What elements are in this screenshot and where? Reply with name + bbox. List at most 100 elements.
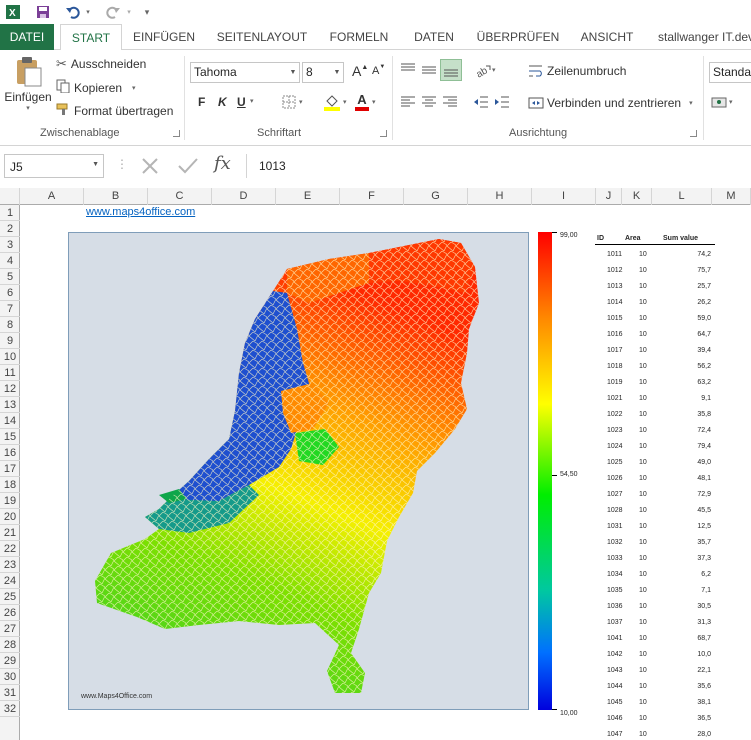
tab-daten[interactable]: DATEN (404, 24, 464, 50)
customize-qat-icon[interactable]: ▾ (140, 3, 154, 21)
row-header[interactable]: 16 (0, 445, 20, 461)
row-header[interactable]: 18 (0, 477, 20, 493)
tab-ueberpruefen[interactable]: ÜBERPRÜFEN (472, 24, 564, 50)
table-row[interactable]: 1014 10 26,2 (595, 295, 715, 311)
table-row[interactable]: 1031 10 12,5 (595, 519, 715, 535)
align-middle-button[interactable] (421, 62, 437, 76)
shrink-font-button[interactable]: A ▼ (372, 64, 385, 77)
underline-dropdown-icon[interactable]: ▾ (250, 97, 254, 105)
row-header[interactable]: 13 (0, 397, 20, 413)
merge-center-button[interactable]: Verbinden und zentrieren ▾ (528, 96, 693, 110)
table-row[interactable]: 1019 10 63,2 (595, 375, 715, 391)
table-row[interactable]: 1026 10 48,1 (595, 471, 715, 487)
maps4office-link[interactable]: www.maps4office.com (86, 206, 195, 218)
name-box[interactable]: J5 ▼ (4, 154, 104, 178)
row-header[interactable]: 4 (0, 253, 20, 269)
row-header[interactable]: 32 (0, 701, 20, 717)
table-row[interactable]: 1016 10 64,7 (595, 327, 715, 343)
tab-einfuegen[interactable]: EINFÜGEN (128, 24, 200, 50)
row-header[interactable]: 2 (0, 221, 20, 237)
tab-start[interactable]: START (60, 24, 122, 51)
column-header[interactable]: L (652, 188, 712, 205)
paste-button[interactable]: Einfügen ▾ (4, 56, 52, 120)
cut-button[interactable]: ✂ Ausschneiden (56, 56, 146, 72)
row-header[interactable]: 25 (0, 589, 20, 605)
row-header[interactable]: 29 (0, 653, 20, 669)
font-name-combo[interactable]: Tahoma ▼ (190, 62, 300, 83)
column-header[interactable]: M (712, 188, 751, 205)
table-row[interactable]: 1021 10 9,1 (595, 391, 715, 407)
tab-seitenlayout[interactable]: SEITENLAYOUT (212, 24, 312, 50)
table-row[interactable]: 1022 10 35,8 (595, 407, 715, 423)
fill-color-button[interactable]: ▾ (323, 93, 347, 111)
row-header[interactable]: 31 (0, 685, 20, 701)
column-header[interactable]: I (532, 188, 596, 205)
table-row[interactable]: 1015 10 59,0 (595, 311, 715, 327)
undo-icon[interactable] (64, 3, 82, 21)
table-row[interactable]: 1046 10 36,5 (595, 711, 715, 727)
worksheet[interactable]: www.maps4office.com www.Maps4Office.com … (20, 205, 751, 740)
column-header[interactable]: F (340, 188, 404, 205)
row-header[interactable]: 10 (0, 349, 20, 365)
save-icon[interactable] (34, 3, 52, 21)
borders-button[interactable]: ▾ (282, 95, 303, 109)
enter-check-icon[interactable] (177, 156, 199, 179)
table-row[interactable]: 1041 10 68,7 (595, 631, 715, 647)
row-header[interactable]: 1 (0, 205, 20, 221)
row-header[interactable]: 26 (0, 605, 20, 621)
row-header[interactable]: 7 (0, 301, 20, 317)
tab-formeln[interactable]: FORMELN (322, 24, 396, 50)
row-header[interactable]: 12 (0, 381, 20, 397)
table-row[interactable]: 1025 10 49,0 (595, 455, 715, 471)
table-row[interactable]: 1042 10 10,0 (595, 647, 715, 663)
tab-ansicht[interactable]: ANSICHT (574, 24, 640, 50)
table-row[interactable]: 1034 10 6,2 (595, 567, 715, 583)
column-header[interactable]: K (622, 188, 652, 205)
column-header[interactable]: C (148, 188, 212, 205)
decrease-indent-button[interactable] (473, 95, 489, 109)
netherlands-map[interactable]: www.Maps4Office.com (68, 232, 529, 710)
table-row[interactable]: 1013 10 25,7 (595, 279, 715, 295)
align-top-button[interactable] (400, 62, 416, 76)
table-row[interactable]: 1024 10 79,4 (595, 439, 715, 455)
redo-icon[interactable] (104, 3, 122, 21)
redo-dropdown-icon[interactable]: ▾ (124, 3, 134, 21)
table-row[interactable]: 1047 10 28,0 (595, 727, 715, 740)
insert-function-icon[interactable]: fx (214, 153, 231, 174)
row-header[interactable]: 9 (0, 333, 20, 349)
copy-button[interactable]: Kopieren ▾ (56, 79, 136, 96)
row-header[interactable]: 8 (0, 317, 20, 333)
row-header[interactable]: 5 (0, 269, 20, 285)
underline-button[interactable]: U (237, 95, 246, 109)
format-painter-button[interactable]: Format übertragen (56, 102, 173, 119)
wrap-text-button[interactable]: Zeilenumbruch (528, 64, 626, 78)
row-header[interactable]: 11 (0, 365, 20, 381)
table-row[interactable]: 1028 10 45,5 (595, 503, 715, 519)
orientation-button[interactable]: ab ▾ (474, 62, 495, 78)
cancel-icon[interactable] (140, 156, 160, 179)
table-row[interactable]: 1036 10 30,5 (595, 599, 715, 615)
row-header[interactable]: 30 (0, 669, 20, 685)
row-header[interactable]: 28 (0, 637, 20, 653)
font-size-combo[interactable]: 8 ▼ (302, 62, 344, 83)
align-center-button[interactable] (421, 95, 437, 109)
table-row[interactable]: 1012 10 75,7 (595, 263, 715, 279)
row-header[interactable]: 3 (0, 237, 20, 253)
row-header[interactable]: 21 (0, 525, 20, 541)
row-header[interactable]: 15 (0, 429, 20, 445)
formula-input[interactable]: 1013 (246, 154, 751, 178)
column-header[interactable]: E (276, 188, 340, 205)
align-bottom-button[interactable] (440, 59, 462, 81)
italic-button[interactable]: K (218, 95, 227, 109)
align-right-button[interactable] (442, 95, 458, 109)
number-format-combo[interactable]: Standard (709, 62, 751, 83)
table-row[interactable]: 1027 10 72,9 (595, 487, 715, 503)
row-header[interactable]: 14 (0, 413, 20, 429)
column-header[interactable]: D (212, 188, 276, 205)
row-header[interactable]: 20 (0, 509, 20, 525)
row-header[interactable]: 19 (0, 493, 20, 509)
clipboard-launcher-icon[interactable] (173, 130, 180, 137)
table-row[interactable]: 1043 10 22,1 (595, 663, 715, 679)
table-row[interactable]: 1044 10 35,6 (595, 679, 715, 695)
table-row[interactable]: 1037 10 31,3 (595, 615, 715, 631)
